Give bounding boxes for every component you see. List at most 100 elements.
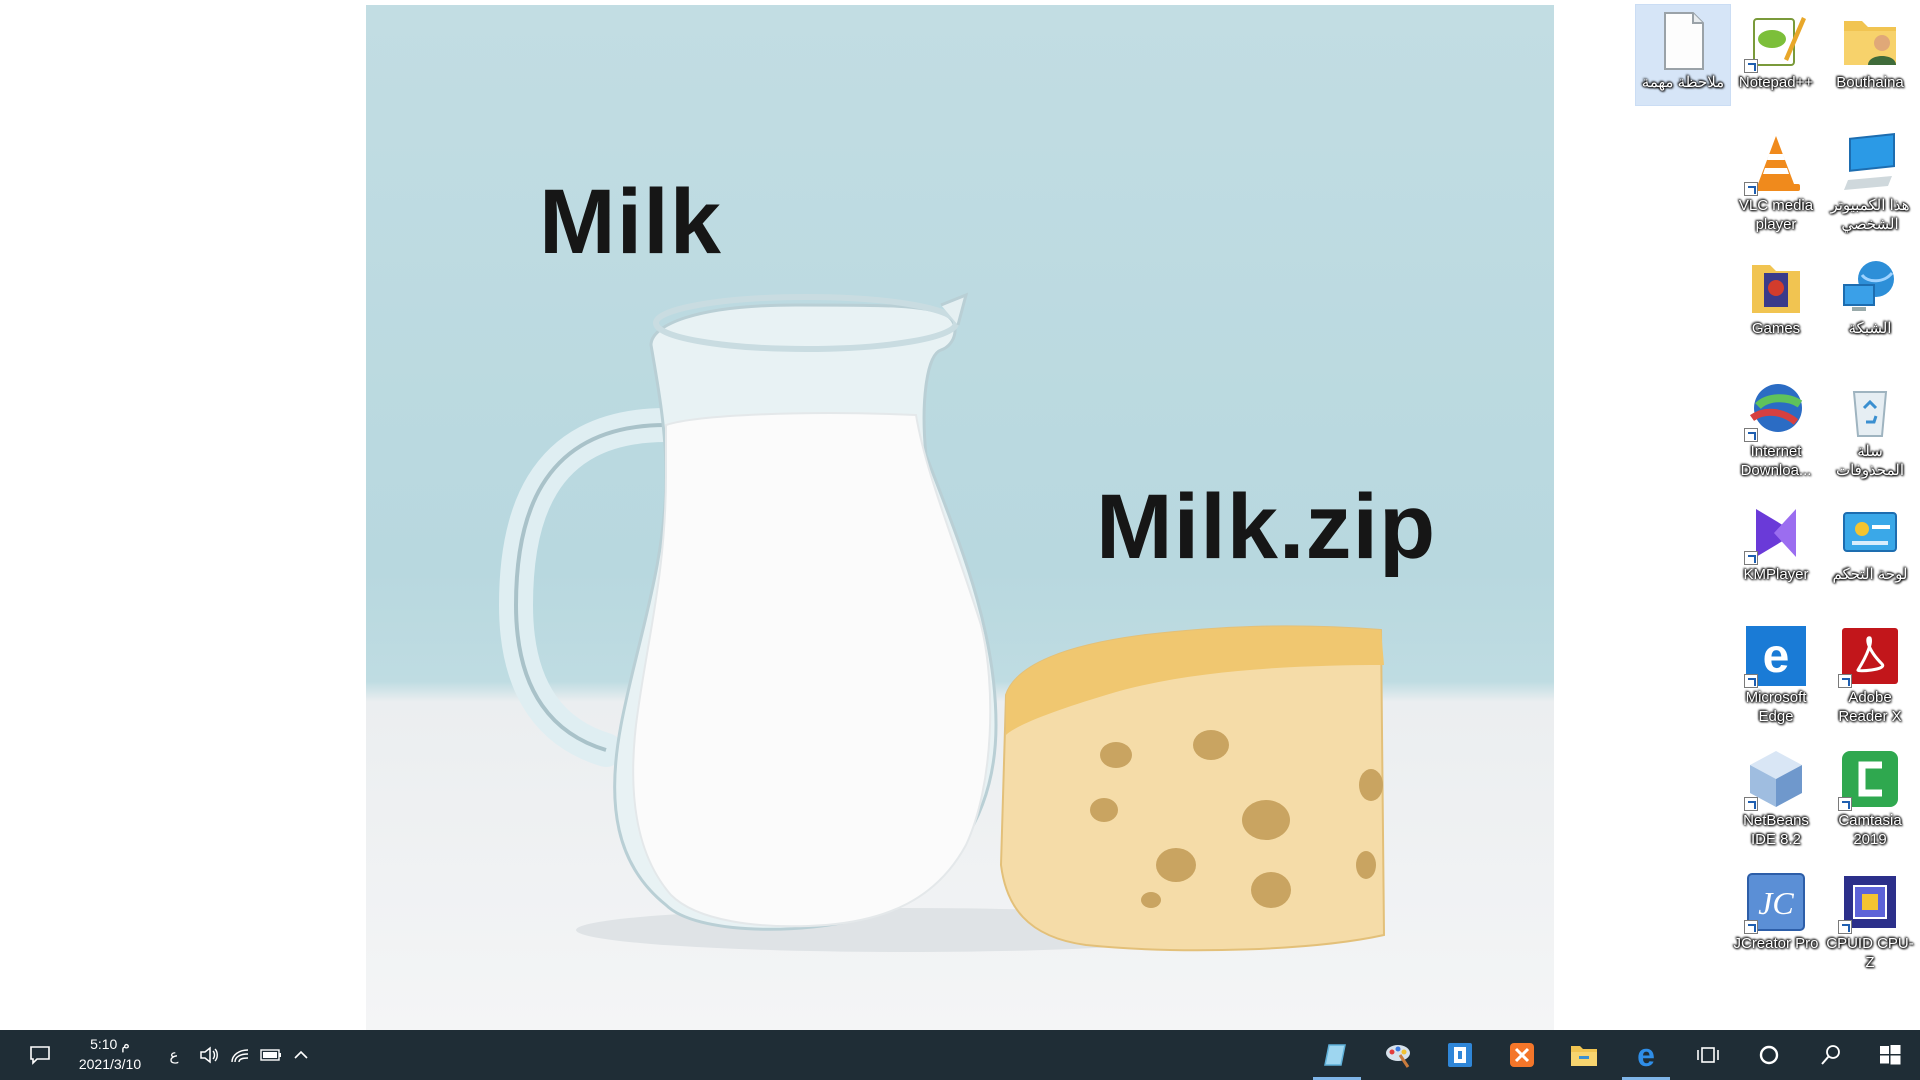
battery-button[interactable] <box>257 1030 285 1080</box>
desktop-icon-this-pc[interactable]: هذا الكمبيوتر الشخصي <box>1823 128 1917 233</box>
shortcut-arrow-icon <box>1744 674 1758 688</box>
shortcut-arrow-icon <box>1838 674 1852 688</box>
taskbar-file-explorer[interactable] <box>1556 1030 1612 1080</box>
chevron-up-icon <box>294 1050 308 1059</box>
desktop-icon-label: هذا الكمبيوتر الشخصي <box>1830 197 1910 233</box>
snipping-app-icon <box>1448 1043 1472 1067</box>
shortcut-arrow-icon <box>1744 551 1758 565</box>
desktop-icon-network[interactable]: الشبكة <box>1823 251 1917 351</box>
desktop-icon-jcreator[interactable]: JC JCreator Pro <box>1729 866 1823 966</box>
control-panel-icon <box>1838 501 1902 565</box>
xampp-icon <box>1510 1043 1534 1067</box>
text-document-icon <box>1651 9 1715 73</box>
adobe-reader-icon <box>1838 624 1902 688</box>
camtasia-icon <box>1838 747 1902 811</box>
desktop-icon-games[interactable]: Games <box>1729 251 1823 351</box>
taskbar-xampp[interactable] <box>1494 1030 1550 1080</box>
start-button[interactable] <box>1862 1030 1918 1080</box>
caption-milk-zip: Milk.zip <box>1096 476 1437 578</box>
shortcut-arrow-icon <box>1744 797 1758 811</box>
clock-time: 5:10 م <box>90 1036 130 1052</box>
input-language-indicator[interactable]: ع <box>162 1030 186 1080</box>
shortcut-arrow-icon <box>1838 920 1852 934</box>
edge-icon: e <box>1744 624 1808 688</box>
shortcut-arrow-icon <box>1744 920 1758 934</box>
desktop-icon-label: Games <box>1751 320 1801 337</box>
desktop-icon-label: JCreator Pro <box>1733 935 1819 952</box>
svg-text:JC: JC <box>1758 885 1794 921</box>
user-folder-icon <box>1838 9 1902 73</box>
start-windows-icon <box>1880 1045 1901 1065</box>
desktop-icon-control-panel[interactable]: لوحة التحكم <box>1823 497 1917 597</box>
desktop-icon-adobe-reader[interactable]: Adobe Reader X <box>1823 620 1917 725</box>
shortcut-arrow-icon <box>1838 797 1852 811</box>
desktop-icon-vlc[interactable]: VLC media player <box>1729 128 1823 233</box>
search-icon <box>1821 1045 1840 1065</box>
taskbar-notes-app[interactable] <box>1309 1030 1365 1080</box>
desktop-icon-label: Camtasia 2019 <box>1838 812 1902 848</box>
task-view-icon <box>1697 1047 1719 1063</box>
cpu-z-icon <box>1838 870 1902 934</box>
network-button[interactable] <box>226 1030 254 1080</box>
notepad-plus-plus-icon <box>1744 9 1808 73</box>
volume-button[interactable] <box>196 1030 222 1080</box>
file-explorer-icon <box>1571 1046 1597 1066</box>
kmplayer-icon <box>1744 501 1808 565</box>
desktop-icon-label: سلة المحذوفات <box>1835 443 1905 479</box>
desktop-icon-notepad-plus-plus[interactable]: Notepad++ <box>1729 5 1823 105</box>
desktop-icon-label: Notepad++ <box>1738 74 1814 91</box>
desktop-icon-label: KMPlayer <box>1743 566 1809 583</box>
desktop-icon-internet-download-manager[interactable]: Internet Downloa... <box>1729 374 1823 479</box>
desktop-icon-camtasia[interactable]: Camtasia 2019 <box>1823 743 1917 848</box>
desktop-icon-label: VLC media player <box>1738 197 1814 233</box>
taskbar-edge[interactable]: e <box>1618 1030 1674 1080</box>
show-hidden-icons-button[interactable] <box>288 1030 314 1080</box>
desktop-icon-label: Microsoft Edge <box>1745 689 1807 725</box>
paint-app-icon <box>1386 1045 1410 1068</box>
desktop-wallpaper-image: Milk Milk.zip <box>366 5 1554 1030</box>
desktop-icon-recycle-bin[interactable]: سلة المحذوفات <box>1823 374 1917 479</box>
desktop-icon-label: Internet Downloa... <box>1740 443 1812 479</box>
search-button[interactable] <box>1803 1030 1859 1080</box>
desktop-icon-label: Bouthaina <box>1836 74 1904 91</box>
notification-icon <box>30 1046 50 1065</box>
desktop-icon-cpu-z[interactable]: CPUID CPU-Z <box>1823 866 1917 971</box>
taskbar-paint-app[interactable] <box>1371 1030 1427 1080</box>
desktop-icon-label: NetBeans IDE 8.2 <box>1743 812 1809 848</box>
clock-date: 2021/3/10 <box>78 1056 142 1072</box>
taskbar: 5:10 م 2021/3/10 ع e <box>0 1030 1920 1080</box>
desktop-icon-label: الشبكة <box>1848 320 1892 337</box>
cortana-icon <box>1759 1045 1779 1065</box>
desktop-icon-netbeans[interactable]: NetBeans IDE 8.2 <box>1729 743 1823 848</box>
caption-milk: Milk <box>539 171 722 273</box>
svg-text:e: e <box>1637 1040 1655 1070</box>
task-view-button[interactable] <box>1680 1030 1736 1080</box>
jcreator-icon: JC <box>1744 870 1808 934</box>
cortana-button[interactable] <box>1741 1030 1797 1080</box>
taskbar-snipping-app[interactable] <box>1432 1030 1488 1080</box>
games-folder-icon <box>1744 255 1808 319</box>
desktop-icon-label: CPUID CPU-Z <box>1826 935 1914 971</box>
netbeans-cube-icon <box>1744 747 1808 811</box>
shortcut-arrow-icon <box>1744 182 1758 196</box>
desktop-icon-microsoft-edge[interactable]: e Microsoft Edge <box>1729 620 1823 725</box>
this-pc-icon <box>1838 132 1902 196</box>
recycle-bin-icon <box>1838 378 1902 442</box>
svg-text:e: e <box>1763 630 1790 683</box>
desktop-icon-important-note[interactable]: ملاحظة مهمة <box>1635 4 1731 106</box>
speaker-icon <box>200 1046 218 1064</box>
battery-icon <box>260 1049 281 1061</box>
action-center-button[interactable] <box>20 1030 60 1080</box>
edge-icon: e <box>1637 1040 1655 1070</box>
desktop-icon-kmplayer[interactable]: KMPlayer <box>1729 497 1823 597</box>
desktop-icon-bouthaina[interactable]: Bouthaina <box>1823 5 1917 105</box>
network-icon <box>1838 255 1902 319</box>
notes-app-icon <box>1324 1044 1346 1066</box>
desktop-icon-label: ملاحظة مهمة <box>1641 74 1725 91</box>
vlc-cone-icon <box>1744 132 1808 196</box>
taskbar-clock[interactable]: 5:10 م 2021/3/10 <box>60 1034 160 1074</box>
shortcut-arrow-icon <box>1744 59 1758 73</box>
shortcut-arrow-icon <box>1744 428 1758 442</box>
internet-download-manager-icon <box>1744 378 1808 442</box>
wifi-icon <box>231 1049 249 1063</box>
